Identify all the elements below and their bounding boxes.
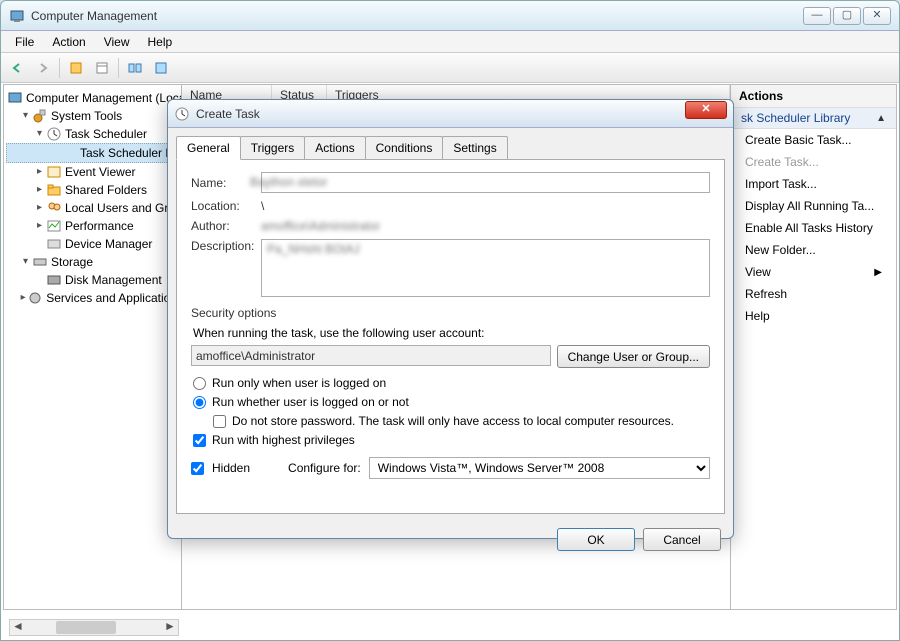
tab-triggers[interactable]: Triggers (240, 136, 306, 159)
no-store-password-label: Do not store password. The task will onl… (232, 414, 674, 428)
close-button[interactable]: ✕ (863, 7, 891, 25)
collapse-icon: ▲ (876, 113, 886, 124)
tree-label: Local Users and Gro (65, 201, 175, 215)
dialog-close-button[interactable]: ✕ (685, 101, 727, 119)
location-value: \ (261, 199, 710, 213)
highest-privileges-checkbox[interactable] (193, 434, 206, 447)
highest-privileges-label: Run with highest privileges (212, 433, 355, 447)
action-create-task[interactable]: Create Task... (731, 151, 896, 173)
tab-general[interactable]: General (176, 136, 241, 160)
dialog-titlebar[interactable]: Create Task ✕ (168, 100, 733, 128)
menubar: File Action View Help (1, 31, 899, 53)
tree-task-scheduler[interactable]: ▾Task Scheduler (6, 125, 179, 143)
author-label: Author: (191, 219, 261, 233)
maximize-button[interactable]: ▢ (833, 7, 861, 25)
action-create-basic-task[interactable]: Create Basic Task... (731, 129, 896, 151)
tab-actions[interactable]: Actions (304, 136, 365, 159)
action-help[interactable]: Help (731, 305, 896, 327)
scroll-right-icon[interactable]: ► (162, 620, 178, 635)
tree-label: Performance (65, 219, 134, 233)
actions-section-label: sk Scheduler Library (741, 111, 850, 125)
run-logged-on-label: Run only when user is logged on (212, 376, 386, 390)
tree-label: Computer Management (Local (26, 91, 182, 105)
dialog-title: Create Task (196, 107, 685, 121)
configure-for-label: Configure for: (288, 461, 361, 475)
create-task-dialog: Create Task ✕ General Triggers Actions C… (167, 99, 734, 539)
run-logged-on-radio[interactable] (193, 377, 206, 390)
author-value: amoffice\Administrator (261, 219, 710, 233)
change-user-button[interactable]: Change User or Group... (557, 345, 710, 368)
action-view[interactable]: View▶ (731, 261, 896, 283)
tree-services-apps[interactable]: ▸Services and Application (6, 289, 179, 307)
menu-view[interactable]: View (96, 33, 138, 51)
toolbar-btn-1[interactable] (64, 56, 88, 80)
tree-event-viewer[interactable]: ▸Event Viewer (6, 163, 179, 181)
ok-button[interactable]: OK (557, 528, 635, 551)
name-input[interactable] (261, 172, 710, 193)
no-store-password-checkbox[interactable] (213, 415, 226, 428)
tree-label: Storage (51, 255, 93, 269)
tab-panel-general: Name: Baython xtetor Location: \ Author:… (176, 159, 725, 514)
location-label: Location: (191, 199, 261, 213)
actions-panel: Actions sk Scheduler Library ▲ Create Ba… (731, 85, 896, 609)
hidden-checkbox[interactable] (191, 462, 204, 475)
tree-label: System Tools (51, 109, 122, 123)
tree-performance[interactable]: ▸Performance (6, 217, 179, 235)
titlebar[interactable]: Computer Management — ▢ ✕ (1, 1, 899, 31)
tree-task-scheduler-library[interactable]: Task Scheduler L (6, 143, 179, 163)
tree-panel: Computer Management (Local ▾System Tools… (4, 85, 182, 609)
tab-settings[interactable]: Settings (442, 136, 507, 159)
toolbar (1, 53, 899, 83)
description-label: Description: (191, 239, 261, 253)
tree-device-manager[interactable]: Device Manager (6, 235, 179, 253)
menu-help[interactable]: Help (140, 33, 181, 51)
tree-local-users[interactable]: ▸Local Users and Gro (6, 199, 179, 217)
tree-storage[interactable]: ▾Storage (6, 253, 179, 271)
tree-label: Device Manager (65, 237, 152, 251)
tree-system-tools[interactable]: ▾System Tools (6, 107, 179, 125)
menu-action[interactable]: Action (44, 33, 93, 51)
tree-label: Task Scheduler (65, 127, 147, 141)
when-running-label: When running the task, use the following… (191, 326, 710, 340)
run-whether-radio[interactable] (193, 396, 206, 409)
tree-label: Task Scheduler L (80, 146, 172, 160)
tree-label: Disk Management (65, 273, 162, 287)
toolbar-btn-2[interactable] (90, 56, 114, 80)
window-title: Computer Management (31, 9, 803, 23)
tree-disk-management[interactable]: Disk Management (6, 271, 179, 289)
forward-button[interactable] (31, 56, 55, 80)
hidden-label: Hidden (212, 461, 250, 475)
scroll-thumb[interactable] (56, 621, 116, 634)
action-enable-history[interactable]: Enable All Tasks History (731, 217, 896, 239)
back-button[interactable] (5, 56, 29, 80)
security-options-title: Security options (191, 306, 710, 320)
cancel-button[interactable]: Cancel (643, 528, 721, 551)
scroll-left-icon[interactable]: ◄ (10, 620, 26, 635)
tree-root[interactable]: Computer Management (Local (6, 89, 179, 107)
toolbar-btn-4[interactable] (149, 56, 173, 80)
tree-shared-folders[interactable]: ▸Shared Folders (6, 181, 179, 199)
tree-label: Services and Application (46, 291, 177, 305)
actions-section-header[interactable]: sk Scheduler Library ▲ (731, 108, 896, 129)
app-icon (9, 8, 25, 24)
submenu-arrow-icon: ▶ (874, 267, 882, 278)
action-new-folder[interactable]: New Folder... (731, 239, 896, 261)
action-import-task[interactable]: Import Task... (731, 173, 896, 195)
run-whether-label: Run whether user is logged on or not (212, 395, 409, 409)
clock-icon (174, 106, 190, 122)
action-display-all-running[interactable]: Display All Running Ta... (731, 195, 896, 217)
tree-label: Event Viewer (65, 165, 135, 179)
tabstrip: General Triggers Actions Conditions Sett… (168, 128, 733, 159)
configure-for-select[interactable]: Windows Vista™, Windows Server™ 2008 (369, 457, 710, 479)
tab-conditions[interactable]: Conditions (365, 136, 444, 159)
tree-label: Shared Folders (65, 183, 147, 197)
actions-title: Actions (731, 85, 896, 108)
menu-file[interactable]: File (7, 33, 42, 51)
horizontal-scrollbar[interactable]: ◄ ► (9, 619, 179, 636)
action-refresh[interactable]: Refresh (731, 283, 896, 305)
minimize-button[interactable]: — (803, 7, 831, 25)
toolbar-btn-3[interactable] (123, 56, 147, 80)
user-account-field (191, 345, 551, 366)
